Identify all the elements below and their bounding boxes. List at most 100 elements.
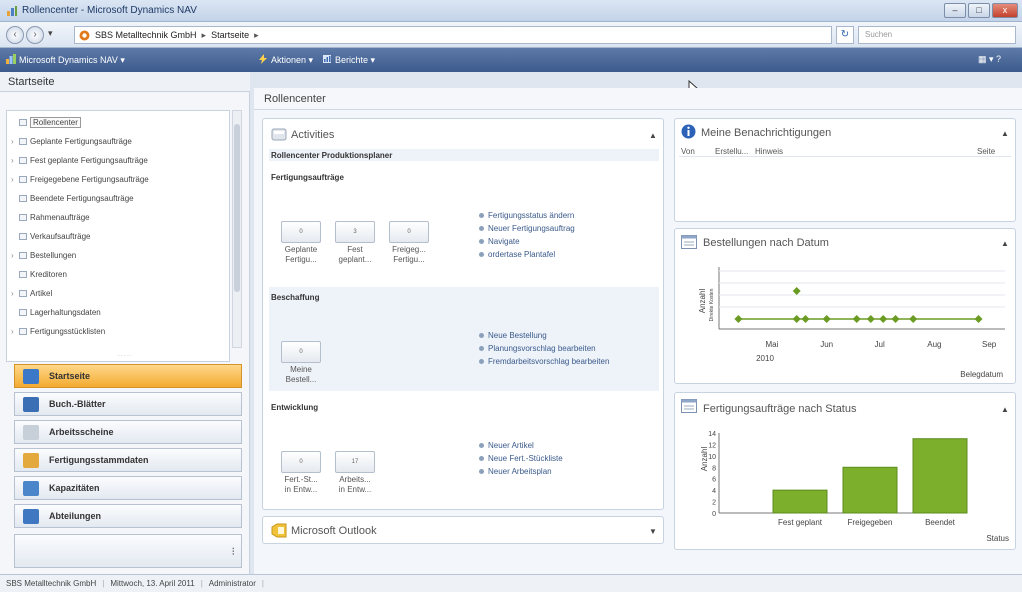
column-header[interactable]: Erstellu...	[715, 147, 748, 156]
app-menu[interactable]: Microsoft Dynamics NAV ▾	[6, 54, 125, 66]
action-link[interactable]: ordertase Plantafel	[479, 250, 555, 259]
cue-label[interactable]: Freigeg...	[388, 245, 430, 255]
tree-item[interactable]: › Bestellungen	[11, 250, 76, 261]
tree-item[interactable]: › Freigegebene Fertigungsaufträge	[11, 174, 149, 185]
lightning-icon	[259, 54, 267, 64]
cue-label[interactable]: Fertigu...	[388, 255, 430, 265]
close-button[interactable]: x	[992, 3, 1018, 18]
tree-scrollbar-thumb[interactable]	[234, 124, 240, 292]
action-link[interactable]: Neue Fert.-Stückliste	[479, 454, 563, 463]
data-point[interactable]	[792, 287, 801, 295]
cue-tile[interactable]: 0	[281, 341, 321, 363]
back-button[interactable]: ‹	[6, 26, 24, 44]
data-point[interactable]	[909, 315, 918, 323]
column-header[interactable]: Hinweis	[755, 147, 783, 156]
y-tick-label: 10	[708, 454, 716, 461]
forward-button[interactable]: ›	[26, 26, 44, 44]
tree-item[interactable]: › Fest geplante Fertigungsaufträge	[11, 155, 148, 166]
tree-item[interactable]: › Artikel	[11, 288, 52, 299]
data-point[interactable]	[866, 315, 875, 323]
tree-item[interactable]: Beendete Fertigungsaufträge	[11, 193, 134, 204]
collapse-icon[interactable]: ▲	[1001, 405, 1009, 414]
tree-item[interactable]: › Fertigungsstücklisten	[11, 326, 105, 337]
maximize-button[interactable]: □	[968, 3, 990, 18]
nav-button[interactable]: Startseite	[14, 364, 242, 388]
cue-label[interactable]: Meine	[280, 365, 322, 375]
expand-arrow-icon[interactable]: ›	[11, 250, 19, 261]
cue-label[interactable]: Fert.-St...	[280, 475, 322, 485]
expand-arrow-icon[interactable]: ›	[11, 136, 19, 147]
nav-button[interactable]: Arbeitsscheine	[14, 420, 242, 444]
breadcrumb-page[interactable]: Startseite	[211, 30, 249, 40]
bar[interactable]	[772, 489, 828, 514]
action-link[interactable]: Neuer Fertigungsauftrag	[479, 224, 575, 233]
minimize-button[interactable]: –	[944, 3, 966, 18]
bar[interactable]	[912, 438, 968, 514]
action-link[interactable]: Neuer Arbeitsplan	[479, 467, 552, 476]
splitter-grip[interactable]: ·····	[118, 353, 133, 359]
data-point[interactable]	[792, 315, 801, 323]
history-dropdown[interactable]: ▾	[48, 28, 53, 39]
data-point[interactable]	[801, 315, 810, 323]
tree-item-label: Lagerhaltungsdaten	[30, 308, 101, 317]
data-point[interactable]	[852, 315, 861, 323]
list-page-icon	[19, 328, 27, 335]
data-point[interactable]	[891, 315, 900, 323]
cue-label[interactable]: Geplante	[280, 245, 322, 255]
bar[interactable]	[842, 466, 898, 514]
cue-label[interactable]: in Entw...	[280, 485, 322, 495]
action-link[interactable]: Neue Bestellung	[479, 331, 547, 340]
search-input[interactable]: Suchen	[858, 26, 1016, 44]
action-link[interactable]: Neuer Artikel	[479, 441, 534, 450]
breadcrumb-separator[interactable]: ▸	[254, 30, 259, 41]
reports-menu[interactable]: Berichte ▾	[322, 54, 375, 66]
cue-label[interactable]: Bestell...	[280, 375, 322, 385]
tree-item[interactable]: › Geplante Fertigungsaufträge	[11, 136, 132, 147]
column-header[interactable]: Von	[681, 147, 695, 156]
action-link[interactable]: Fremdarbeitsvorschlag bearbeiten	[479, 357, 609, 366]
cue-label[interactable]: Fertigu...	[280, 255, 322, 265]
cue-label[interactable]: Fest	[334, 245, 376, 255]
collapse-icon[interactable]: ▲	[649, 131, 657, 140]
action-link[interactable]: Planungsvorschlag bearbeiten	[479, 344, 596, 353]
data-point[interactable]	[879, 315, 888, 323]
customize-menu[interactable]: ▦ ▾ ?	[978, 54, 1001, 65]
link-bullet-icon	[479, 443, 484, 448]
refresh-icon[interactable]: ↻	[836, 26, 854, 44]
nav-button[interactable]: Abteilungen	[14, 504, 242, 528]
nav-button[interactable]: Fertigungsstammdaten	[14, 448, 242, 472]
collapse-icon[interactable]: ▲	[1001, 129, 1009, 138]
cue-tile[interactable]: 0	[389, 221, 429, 243]
tree-item[interactable]: Rollencenter	[11, 117, 81, 128]
breadcrumb-company[interactable]: SBS Metalltechnik GmbH	[95, 30, 197, 40]
cue-label[interactable]: geplant...	[334, 255, 376, 265]
data-point[interactable]	[822, 315, 831, 323]
cue-tile[interactable]: 0	[281, 451, 321, 473]
expand-icon[interactable]: ▼	[649, 527, 657, 536]
cue-tile[interactable]: 17	[335, 451, 375, 473]
cue-label[interactable]: Arbeits...	[334, 475, 376, 485]
collapse-icon[interactable]: ▲	[1001, 239, 1009, 248]
action-link[interactable]: Fertigungsstatus ändern	[479, 211, 574, 220]
action-link[interactable]: Navigate	[479, 237, 520, 246]
nav-button[interactable]: Kapazitäten	[14, 476, 242, 500]
cue-tile[interactable]: 3	[335, 221, 375, 243]
actions-menu[interactable]: Aktionen ▾	[258, 54, 313, 66]
expand-arrow-icon[interactable]: ›	[11, 326, 19, 337]
tree-item[interactable]: Verkaufsaufträge	[11, 231, 90, 242]
cue-tile[interactable]: 0	[281, 221, 321, 243]
tree-item[interactable]: Rahmenaufträge	[11, 212, 90, 223]
tree-item-label: Freigegebene Fertigungsaufträge	[30, 175, 149, 184]
expand-arrow-icon[interactable]: ›	[11, 155, 19, 166]
tree-item[interactable]: Kreditoren	[11, 269, 67, 280]
cue-label[interactable]: in Entw...	[334, 485, 376, 495]
expand-arrow-icon[interactable]: ›	[11, 288, 19, 299]
breadcrumb-separator[interactable]: ▸	[202, 30, 207, 41]
more-icon[interactable]: ⁝	[232, 545, 236, 558]
data-point[interactable]	[974, 315, 983, 323]
column-header[interactable]: Seite	[977, 147, 995, 156]
tree-item[interactable]: Lagerhaltungsdaten	[11, 307, 101, 318]
expand-arrow-icon[interactable]: ›	[11, 174, 19, 185]
nav-button[interactable]: Buch.-Blätter	[14, 392, 242, 416]
data-point[interactable]	[734, 315, 743, 323]
